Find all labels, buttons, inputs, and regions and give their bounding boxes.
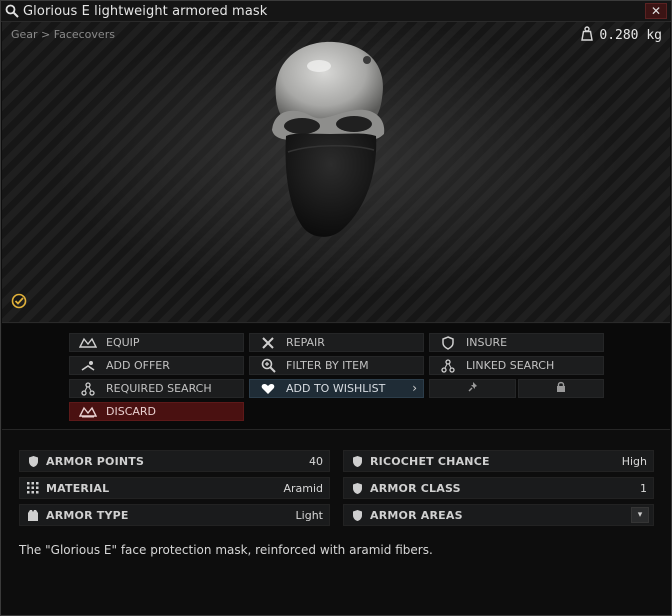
shield-icon [344,455,370,468]
wrench-icon [250,334,286,351]
breadcrumb[interactable]: Gear > Facecovers [11,28,115,41]
stat-label: ARMOR POINTS [46,454,145,468]
weight-indicator: 0.280 kg [580,26,662,45]
shield-icon [344,509,370,522]
vest-icon [20,509,46,522]
context-actions: EQUIP REPAIR INSURE ADD OFFER FILTER BY … [2,324,670,430]
stat-label: RICOCHET CHANCE [370,454,490,468]
search-plus-icon [250,357,286,374]
add-to-wishlist-button[interactable]: ADD TO WISHLIST › [249,379,424,398]
insure-button[interactable]: INSURE [429,333,604,352]
linked-search-button[interactable]: LINKED SEARCH [429,356,604,375]
magnifier-icon [1,1,23,22]
shield-icon [430,334,466,351]
pin-icon [467,381,479,396]
equip-icon [70,334,106,351]
chevron-right-icon: › [412,381,417,395]
required-search-button[interactable]: REQUIRED SEARCH [69,379,244,398]
chevron-down-icon[interactable]: ▾ [631,507,649,523]
required-search-label: REQUIRED SEARCH [106,382,212,395]
repair-label: REPAIR [286,336,325,349]
stat-label: ARMOR AREAS [370,508,463,522]
stat-value: Light [295,508,323,522]
equip-button[interactable]: EQUIP [69,333,244,352]
linked-nodes-icon [430,357,466,374]
stat-value: 1 [640,481,647,495]
add-offer-label: ADD OFFER [106,359,170,372]
close-button[interactable]: ✕ [645,3,667,19]
weight-icon [580,26,594,45]
stat-ricochet-chance: RICOCHET CHANCE High [343,450,654,472]
add-to-wishlist-label: ADD TO WISHLIST [286,382,386,395]
stat-value: High [621,454,647,468]
item-inspect-window: Glorious E lightweight armored mask ✕ Ge… [0,0,672,616]
heart-icon [250,380,286,397]
discard-label: DISCARD [106,405,157,418]
add-offer-button[interactable]: ADD OFFER [69,356,244,375]
stat-label: MATERIAL [46,481,110,495]
stat-label: ARMOR CLASS [370,481,461,495]
stat-label: ARMOR TYPE [46,508,129,522]
item-description: The "Glorious E" face protection mask, r… [19,543,433,557]
discard-button[interactable]: DISCARD [69,402,244,421]
stat-value: Aramid [283,481,323,495]
stat-value: 40 [309,454,323,468]
filter-by-item-label: FILTER BY ITEM [286,359,369,372]
stat-material: MATERIAL Aramid [19,477,330,499]
title-bar[interactable]: Glorious E lightweight armored mask ✕ [1,1,671,22]
stat-armor-type: ARMOR TYPE Light [19,504,330,526]
shield-icon [20,455,46,468]
discard-icon [70,403,106,420]
shield-icon [344,482,370,495]
weight-value: 0.280 kg [599,28,662,43]
lock-icon [556,381,566,396]
item-image [264,38,394,242]
window-title: Glorious E lightweight armored mask [23,3,268,19]
linked-search-label: LINKED SEARCH [466,359,555,372]
item-stats: ARMOR POINTS 40 RICOCHET CHANCE High MAT… [2,431,670,615]
stat-armor-class: ARMOR CLASS 1 [343,477,654,499]
filter-by-item-button[interactable]: FILTER BY ITEM [249,356,424,375]
stat-armor-areas[interactable]: ARMOR AREAS ▾ [343,504,654,526]
lock-button[interactable] [518,379,604,398]
pin-button[interactable] [429,379,516,398]
insure-label: INSURE [466,336,508,349]
add-offer-icon [70,357,106,374]
repair-button[interactable]: REPAIR [249,333,424,352]
equip-label: EQUIP [106,336,140,349]
grid-icon [20,482,46,494]
stat-armor-points: ARMOR POINTS 40 [19,450,330,472]
item-preview: Gear > Facecovers 0.280 kg [2,22,670,323]
examined-check-icon [11,293,27,313]
required-nodes-icon [70,380,106,397]
